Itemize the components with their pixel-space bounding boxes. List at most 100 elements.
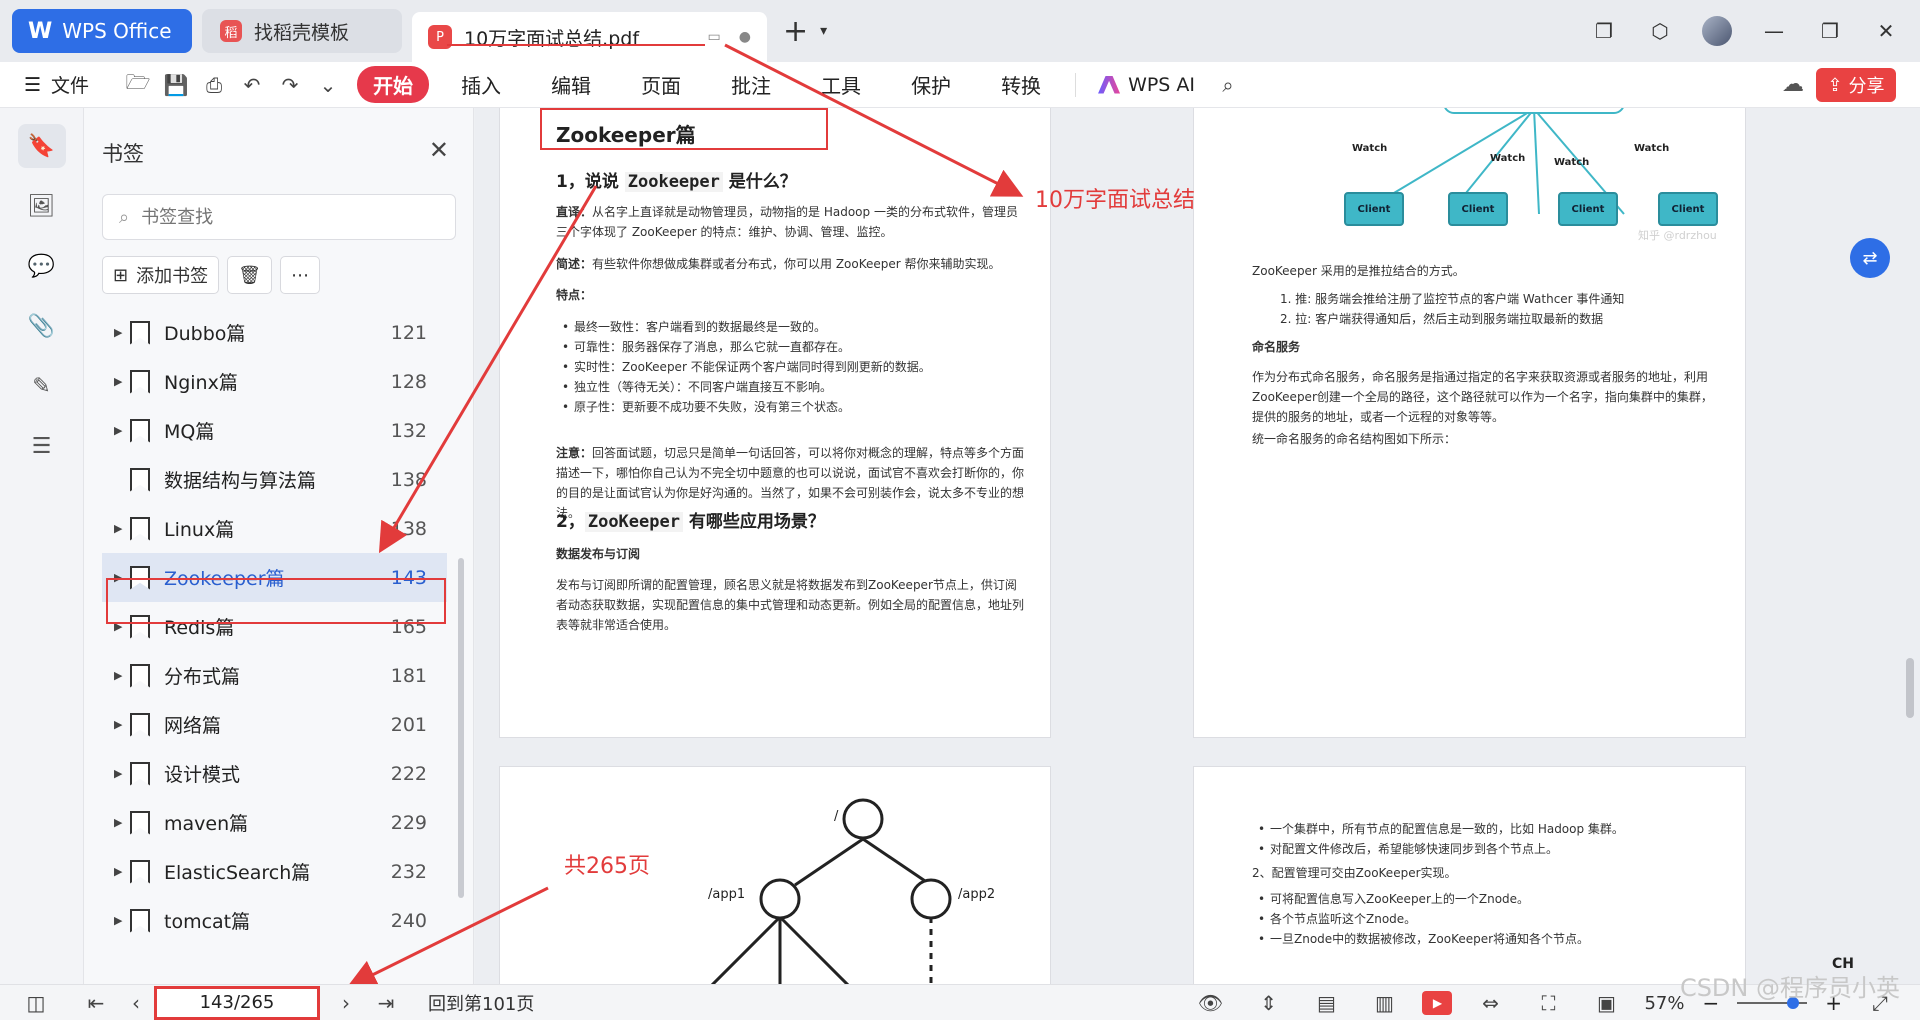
more-options-button[interactable]: ⋯ bbox=[279, 256, 320, 294]
thumbnail-icon[interactable]: 🖼 bbox=[18, 184, 66, 228]
bookmark-item[interactable]: ▶ Nginx篇 128 bbox=[102, 357, 447, 406]
translate-float-button[interactable]: ⇄ bbox=[1850, 238, 1890, 278]
sub-heading: 数据发布与订阅 bbox=[556, 547, 641, 561]
bookmark-page: 222 bbox=[390, 762, 427, 785]
expand-arrow-icon[interactable]: ▶ bbox=[114, 375, 130, 388]
wps-ai-button[interactable]: WPS AI bbox=[1098, 74, 1195, 96]
document-scrollbar[interactable] bbox=[1906, 658, 1914, 718]
cloud-upload-icon[interactable]: ☁ bbox=[1782, 72, 1804, 97]
single-page-icon[interactable]: ▤ bbox=[1306, 991, 1346, 1015]
node-label-root: / bbox=[834, 809, 839, 824]
delete-bookmark-button[interactable]: 🗑 bbox=[227, 256, 272, 294]
unsaved-dot-icon[interactable]: ● bbox=[739, 29, 751, 45]
expand-arrow-icon[interactable]: ▶ bbox=[114, 865, 130, 878]
paragraph: 直译：从名字上直译就是动物管理员，动物指的是 Hadoop 一类的分布式软件，管… bbox=[556, 202, 1026, 242]
bookmark-item[interactable]: ▶ MQ篇 132 bbox=[102, 406, 447, 455]
add-bookmark-button[interactable]: ⊞ 添加书签 bbox=[102, 256, 220, 294]
tab-document[interactable]: P 10万字面试总结.pdf ▭ ● bbox=[412, 12, 767, 62]
window-layout-icon[interactable]: ❐ bbox=[1590, 19, 1618, 43]
client-node: Client bbox=[1558, 192, 1618, 226]
tab-convert[interactable]: 转换 bbox=[1001, 70, 1041, 99]
page-number-input[interactable] bbox=[154, 985, 320, 1020]
zoom-level[interactable]: 57% bbox=[1644, 993, 1684, 1014]
search-icon[interactable]: ⌕ bbox=[1209, 73, 1247, 97]
cube-icon[interactable]: ⬡ bbox=[1646, 19, 1674, 43]
tab-template[interactable]: 稻 找稻壳模板 bbox=[202, 9, 402, 53]
minimize-button[interactable]: — bbox=[1760, 19, 1788, 43]
fit-width-icon[interactable]: ⇔ bbox=[1470, 991, 1510, 1015]
tab-wps-office[interactable]: W WPS Office bbox=[12, 9, 192, 53]
document-viewport[interactable]: Zookeeper篇 1，说说 Zookeeper 是什么？ 直译：从名字上直译… bbox=[475, 108, 1920, 984]
expand-arrow-icon[interactable]: ▶ bbox=[114, 522, 130, 535]
share-button[interactable]: ⇪ 分享 bbox=[1816, 68, 1896, 102]
left-rail: 🔖 🖼 💬 📎 ✎ ☰ bbox=[0, 108, 84, 984]
bookmark-item[interactable]: ▶ ElasticSearch篇 232 bbox=[102, 847, 447, 896]
tab-tools[interactable]: 工具 bbox=[821, 70, 861, 99]
tab-edit[interactable]: 编辑 bbox=[551, 70, 591, 99]
tab-start[interactable]: 开始 bbox=[357, 66, 430, 103]
bookmark-item[interactable]: ▶ maven篇 229 bbox=[102, 798, 447, 847]
bookmark-search[interactable]: ⌕ bbox=[102, 194, 456, 240]
avatar[interactable] bbox=[1702, 16, 1732, 46]
bookmark-item[interactable]: ▶ Dubbo篇 121 bbox=[102, 308, 447, 357]
close-button[interactable]: ✕ bbox=[1872, 19, 1900, 43]
bookmark-item[interactable]: ▶ Linux篇 138 bbox=[102, 504, 447, 553]
bookmark-item[interactable]: ▶ 分布式篇 181 bbox=[102, 651, 447, 700]
tab-annotate[interactable]: 批注 bbox=[731, 70, 771, 99]
bookmark-label: 分布式篇 bbox=[164, 666, 241, 688]
signature-icon[interactable]: ✎ bbox=[18, 364, 66, 408]
bookmark-scrollbar[interactable] bbox=[458, 558, 464, 898]
bookmark-search-input[interactable] bbox=[141, 206, 422, 228]
save-icon[interactable]: 💾 bbox=[157, 73, 195, 97]
bookmark-item[interactable]: 数据结构与算法篇 138 bbox=[102, 455, 447, 504]
restore-button[interactable]: ❐ bbox=[1816, 19, 1844, 43]
first-page-icon[interactable]: ⇤ bbox=[76, 991, 116, 1015]
close-icon[interactable]: ✕ bbox=[429, 136, 449, 164]
print-icon[interactable]: ⎙ bbox=[195, 73, 233, 97]
monitor-icon[interactable]: ▭ bbox=[708, 29, 721, 45]
fit-page-icon[interactable]: ⛶ bbox=[1528, 991, 1568, 1015]
paragraph: 作为分布式命名服务，命名服务是指通过指定的名字来获取资源或者服务的地址，利用Zo… bbox=[1252, 370, 1713, 424]
tab-page[interactable]: 页面 bbox=[641, 70, 681, 99]
double-page-icon[interactable]: ▥ bbox=[1364, 991, 1404, 1015]
undo-icon[interactable]: ↶ bbox=[233, 73, 271, 97]
expand-arrow-icon[interactable]: ▶ bbox=[114, 816, 130, 829]
full-screen-icon[interactable]: ▣ bbox=[1586, 991, 1626, 1015]
expand-arrow-icon[interactable]: ▶ bbox=[114, 914, 130, 927]
add-bookmark-label: 添加书签 bbox=[136, 266, 209, 287]
expand-arrow-icon[interactable]: ▶ bbox=[114, 326, 130, 339]
last-page-icon[interactable]: ⇥ bbox=[366, 991, 406, 1015]
bookmark-item[interactable]: ▶ 设计模式 222 bbox=[102, 749, 447, 798]
toggle-sidebar-icon[interactable]: ◫ bbox=[16, 991, 56, 1015]
expand-arrow-icon[interactable]: ▶ bbox=[114, 424, 130, 437]
q2-prefix: 2， bbox=[556, 512, 585, 532]
attachment-icon[interactable]: 📎 bbox=[18, 304, 66, 348]
layers-icon[interactable]: ☰ bbox=[18, 424, 66, 468]
file-menu[interactable]: ☰ 文件 bbox=[24, 71, 89, 98]
client-node: Client bbox=[1448, 192, 1508, 226]
play-icon[interactable]: ▶ bbox=[1422, 991, 1453, 1015]
eye-icon[interactable]: 👁 bbox=[1190, 991, 1230, 1015]
bookmark-item[interactable]: ▶ tomcat篇 240 bbox=[102, 896, 447, 945]
goto-page-link[interactable]: 回到第101页 bbox=[428, 990, 534, 1016]
expand-arrow-icon[interactable]: ▶ bbox=[114, 718, 130, 731]
tab-protect[interactable]: 保护 bbox=[911, 70, 951, 99]
expand-arrow-icon[interactable]: ▶ bbox=[114, 669, 130, 682]
list-item: 可靠性：服务器保存了消息，那么它就一直都存在。 bbox=[556, 337, 1026, 357]
comment-icon[interactable]: 💬 bbox=[18, 244, 66, 288]
paragraph-text: 从名字上直译就是动物管理员，动物指的是 Hadoop 一类的分布式软件，管理员三… bbox=[556, 205, 1018, 239]
open-folder-icon[interactable]: 🗁 bbox=[119, 68, 157, 102]
tab-insert[interactable]: 插入 bbox=[461, 70, 501, 99]
chevron-down-icon[interactable]: ▾ bbox=[820, 23, 827, 39]
bookmark-icon[interactable]: 🔖 bbox=[17, 124, 66, 168]
bookmark-flag-icon bbox=[130, 418, 150, 443]
scroll-mode-icon[interactable]: ⇕ bbox=[1248, 991, 1288, 1015]
paragraph-label: 直译： bbox=[556, 205, 593, 219]
expand-arrow-icon[interactable]: ▶ bbox=[114, 767, 130, 780]
more-dropdown-icon[interactable]: ⌄ bbox=[309, 73, 347, 97]
bookmark-item[interactable]: ▶ 网络篇 201 bbox=[102, 700, 447, 749]
redo-icon[interactable]: ↷ bbox=[271, 73, 309, 97]
next-page-icon[interactable]: › bbox=[326, 991, 366, 1015]
prev-page-icon[interactable]: ‹ bbox=[116, 991, 156, 1015]
new-tab-button[interactable]: + bbox=[783, 14, 808, 49]
